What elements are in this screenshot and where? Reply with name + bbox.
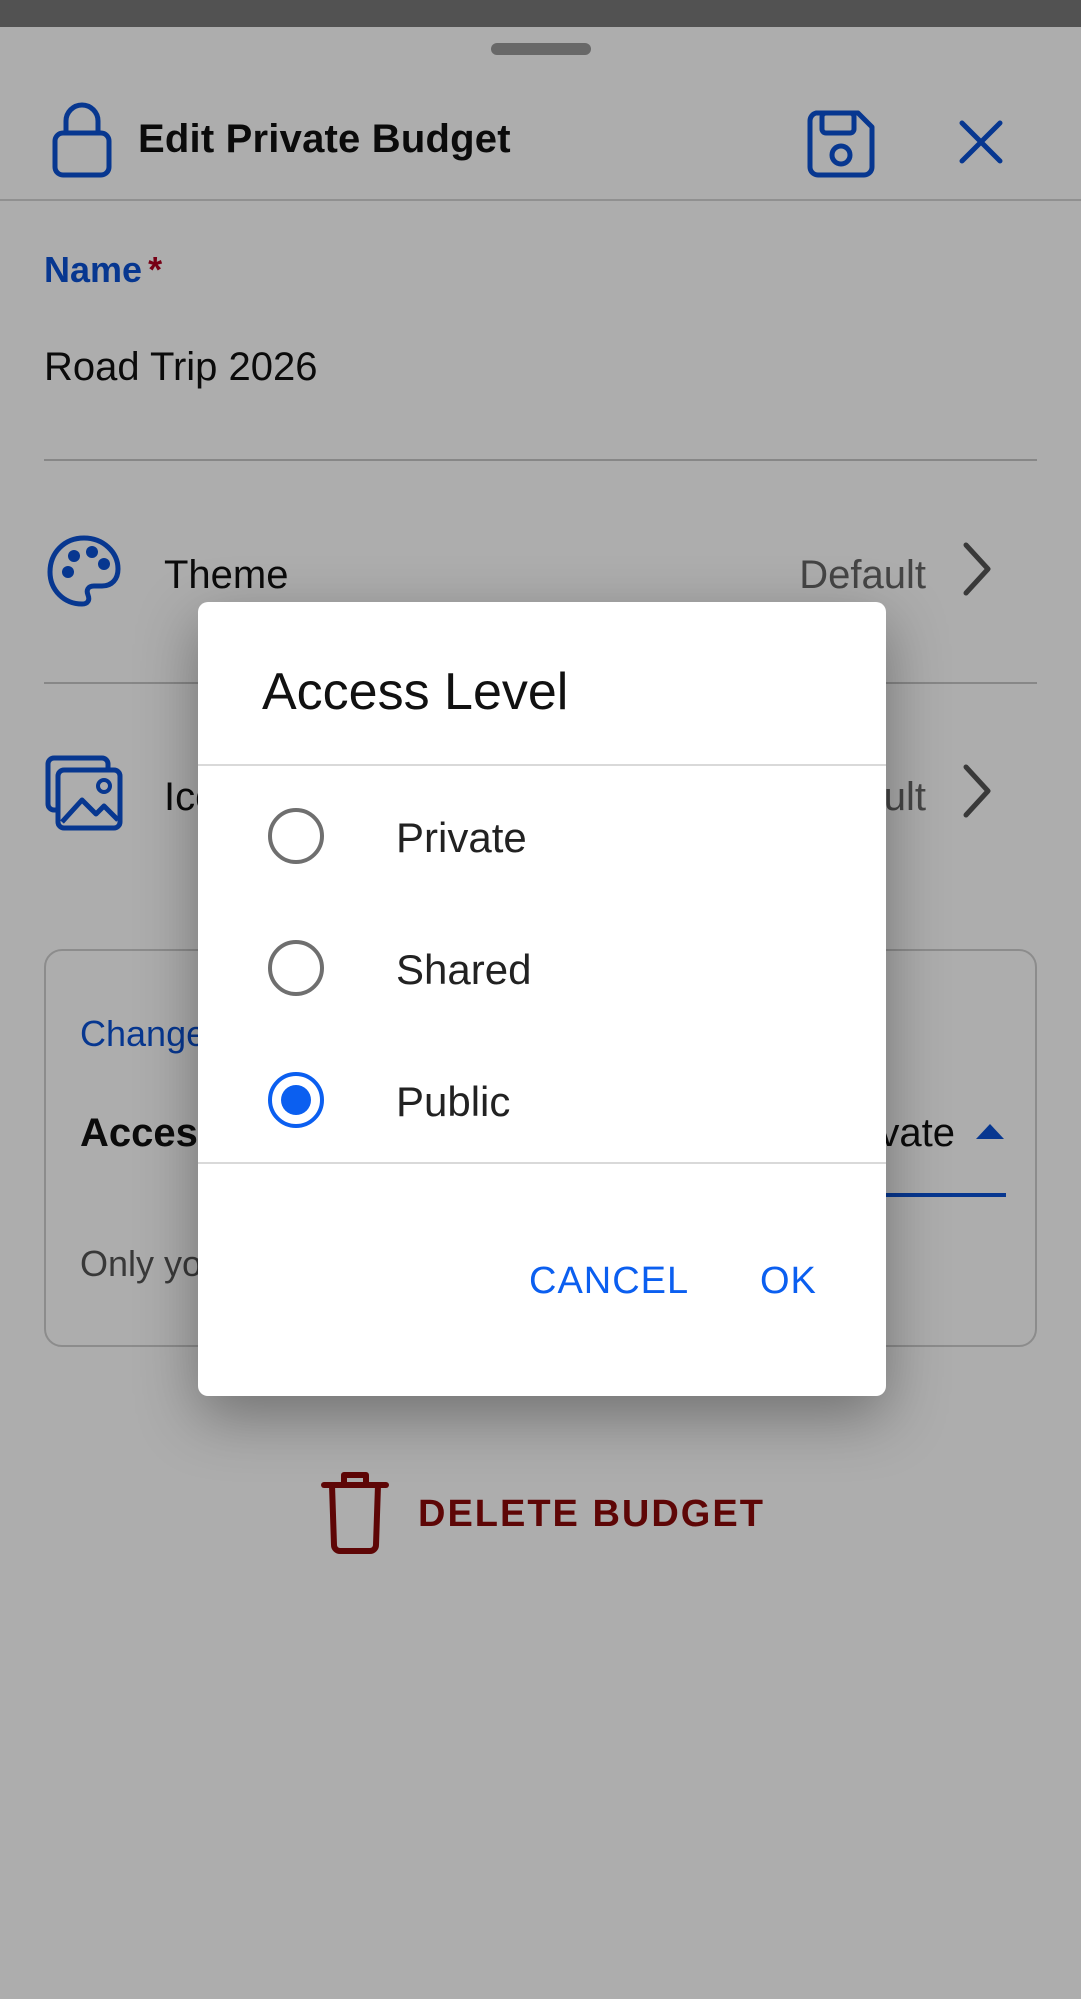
option-private[interactable]: Private — [198, 770, 886, 902]
option-label: Public — [396, 1078, 511, 1125]
option-label: Private — [396, 814, 527, 861]
ok-button[interactable]: OK — [760, 1260, 817, 1303]
radio-public[interactable] — [268, 1072, 324, 1128]
option-shared[interactable]: Shared — [198, 902, 886, 1034]
radio-private[interactable] — [268, 808, 324, 864]
dialog-title: Access Level — [262, 663, 569, 721]
option-public[interactable]: Public — [198, 1034, 886, 1166]
radio-shared[interactable] — [268, 940, 324, 996]
dialog-divider — [198, 1162, 886, 1164]
dialog-divider — [198, 764, 886, 766]
option-label: Shared — [396, 946, 532, 993]
cancel-button[interactable]: CANCEL — [529, 1260, 689, 1303]
access-level-dialog: Access Level Private Shared Public CANCE… — [198, 602, 886, 1396]
